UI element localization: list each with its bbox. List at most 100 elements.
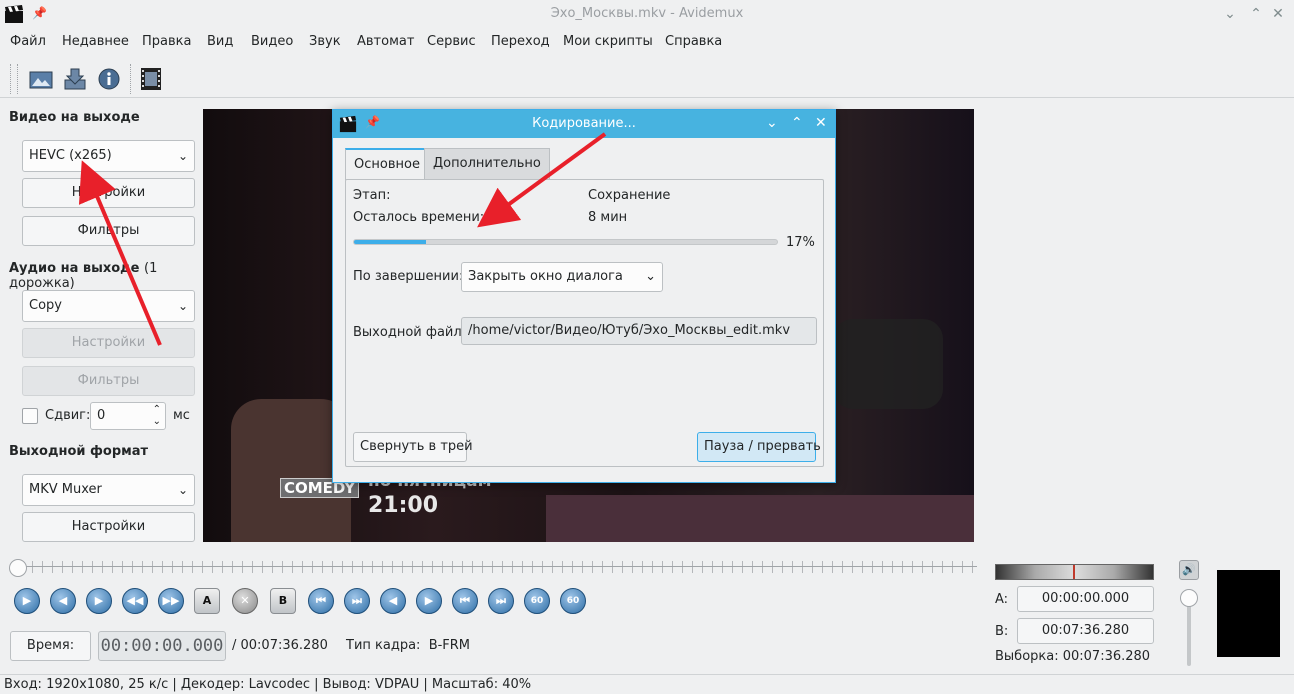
time-button[interactable]: Время: [10, 631, 91, 661]
dialog-titlebar: 📌 Кодирование... ⌄ ⌃ ✕ [333, 110, 835, 138]
menu-audio[interactable]: Звук [309, 34, 341, 49]
status-bar: Вход: 1920x1080, 25 к/с | Декодер: Lavco… [0, 674, 1294, 694]
stage-label: Этап: [353, 188, 391, 203]
menu-edit[interactable]: Правка [142, 34, 191, 49]
remaining-value: 8 мин [588, 210, 628, 225]
save-icon[interactable] [62, 66, 88, 92]
shift-spinbox[interactable]: 0 ⌃ ⌄ [90, 402, 166, 430]
set-marker-b-button[interactable]: B [270, 588, 296, 614]
minimize-icon[interactable]: ⌄ [766, 115, 778, 131]
marker-b-label: B: [995, 624, 1009, 639]
frame-type: Тип кадра: B-FRM [346, 638, 471, 653]
menu-video[interactable]: Видео [251, 34, 293, 49]
format-value: MKV Muxer [29, 482, 102, 497]
output-file-label: Выходной файл: [353, 325, 467, 340]
menu-auto[interactable]: Автомат [357, 34, 414, 49]
marker-b-field[interactable]: 00:07:36.280 [1017, 618, 1154, 644]
marker-a-label: A: [995, 592, 1009, 607]
video-output-title: Видео на выходе [9, 110, 140, 125]
audio-filters-button[interactable]: Фильтры [22, 366, 195, 396]
audio-settings-button[interactable]: Настройки [22, 328, 195, 358]
video-settings-button[interactable]: Настройки [22, 178, 195, 208]
delete-selection-button[interactable]: ✕ [232, 588, 258, 614]
format-settings-button[interactable]: Настройки [22, 512, 195, 542]
set-marker-a-button[interactable]: A [194, 588, 220, 614]
total-time: / 00:07:36.280 [232, 638, 328, 653]
dialog-title: Кодирование... [532, 116, 636, 131]
chevron-down-icon: ⌄ [177, 299, 188, 313]
audio-codec-value: Copy [29, 298, 62, 313]
menu-help[interactable]: Справка [665, 34, 722, 49]
film-icon[interactable] [138, 66, 164, 92]
previous-keyframe-button[interactable]: ◀◀ [122, 588, 148, 614]
video-filters-button[interactable]: Фильтры [22, 216, 195, 246]
remaining-label: Осталось времени: [353, 210, 485, 225]
info-icon[interactable] [96, 66, 122, 92]
maximize-icon[interactable]: ⌃ [1246, 4, 1266, 24]
menu-file[interactable]: Файл [10, 34, 46, 49]
current-time-field[interactable]: 00:00:00.000 [98, 631, 226, 661]
timeline-slider[interactable] [22, 566, 977, 572]
close-icon[interactable]: ✕ [815, 115, 827, 131]
forward-60-seconds-button[interactable]: 60 [560, 588, 586, 614]
chevron-down-icon: ⌄ [177, 149, 188, 163]
progress-text: 17% [786, 235, 815, 250]
previous-frame-button[interactable]: ◀ [50, 588, 76, 614]
stage-value: Сохранение [588, 188, 671, 203]
goto-marker-a-button[interactable]: ⏮ [308, 588, 334, 614]
marker-a-field[interactable]: 00:00:00.000 [1017, 586, 1154, 612]
menu-tools[interactable]: Сервис [427, 34, 476, 49]
toolbar-grip [130, 64, 132, 94]
video-codec-value: HEVC (x265) [29, 148, 112, 163]
shift-label: Сдвиг: [45, 408, 91, 423]
on-finish-value: Закрыть окно диалога [468, 269, 623, 284]
shift-unit: мс [173, 408, 190, 423]
menu-view[interactable]: Вид [207, 34, 233, 49]
pause-abort-button[interactable]: Пауза / прервать [697, 432, 821, 462]
menu-recent[interactable]: Недавнее [62, 34, 129, 49]
menu-scripts[interactable]: Мои скрипты [563, 34, 653, 49]
goto-start-button[interactable]: ⏮ [452, 588, 478, 614]
output-format-title: Выходной формат [9, 444, 149, 459]
minimize-icon[interactable]: ⌄ [1220, 4, 1240, 24]
speaker-icon[interactable]: 🔊 [1179, 560, 1199, 580]
output-file-field[interactable]: /home/victor/Видео/Ютуб/Эхо_Москвы_edit.… [461, 317, 817, 345]
play-button[interactable]: ▶ [14, 588, 40, 614]
next-frame-button[interactable]: ▶ [86, 588, 112, 614]
back-60-seconds-button[interactable]: 60 [524, 588, 550, 614]
toolbar-grip [17, 64, 19, 94]
tab-main[interactable]: Основное [345, 148, 429, 180]
next-black-frame-button[interactable]: ▶ [416, 588, 442, 614]
audio-output-label: Аудио на выходе [9, 261, 140, 276]
volume-handle[interactable] [1180, 589, 1198, 607]
video-codec-select[interactable]: HEVC (x265) ⌄ [22, 140, 195, 172]
goto-end-button[interactable]: ⏭ [488, 588, 514, 614]
dialog-body: Этап: Сохранение Осталось времени: 8 мин… [345, 179, 824, 467]
chevron-down-icon[interactable]: ⌄ [153, 409, 161, 435]
toolbar-grip [10, 64, 12, 94]
format-select[interactable]: MKV Muxer ⌄ [22, 474, 195, 506]
timeline-handle[interactable] [9, 559, 27, 577]
audio-preview-box [1217, 570, 1280, 657]
overlay-line2: 21:00 [368, 493, 439, 518]
maximize-icon[interactable]: ⌃ [791, 115, 803, 131]
volume-meter [995, 564, 1154, 580]
tab-extra[interactable]: Дополнительно [424, 148, 550, 180]
audio-codec-select[interactable]: Copy ⌄ [22, 290, 195, 322]
next-keyframe-button[interactable]: ▶▶ [158, 588, 184, 614]
output-settings-panel: Видео на выходе HEVC (x265) ⌄ Настройки … [0, 100, 198, 550]
close-icon[interactable]: ✕ [1268, 4, 1288, 24]
on-finish-select[interactable]: Закрыть окно диалога ⌄ [461, 262, 663, 292]
window-title: Эхо_Москвы.mkv - Avidemux [550, 6, 744, 21]
shift-value: 0 [97, 408, 106, 423]
on-finish-label: По завершении: [353, 269, 464, 284]
window-titlebar: 📌 Эхо_Москвы.mkv - Avidemux ⌄ ⌃ ✕ [0, 0, 1294, 28]
chevron-down-icon: ⌄ [177, 483, 188, 497]
goto-marker-b-button[interactable]: ⏭ [344, 588, 370, 614]
previous-black-frame-button[interactable]: ◀ [380, 588, 406, 614]
open-image-icon[interactable] [28, 66, 54, 92]
minimize-to-tray-button[interactable]: Свернуть в трей [353, 432, 473, 462]
shift-checkbox[interactable] [22, 408, 38, 424]
menu-go[interactable]: Переход [491, 34, 550, 49]
encoding-dialog: 📌 Кодирование... ⌄ ⌃ ✕ Основное Дополнит… [332, 109, 836, 483]
